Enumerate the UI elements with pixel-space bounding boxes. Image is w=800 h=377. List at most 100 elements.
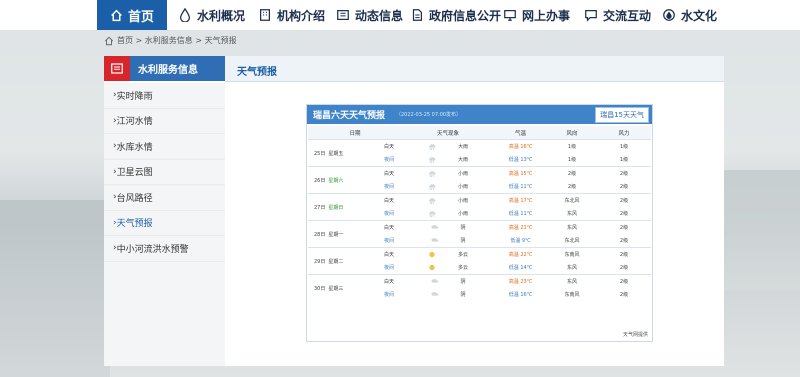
sidebar-item-river[interactable]: › 江河水情 xyxy=(104,109,225,134)
content-tab: 天气预报 xyxy=(225,56,724,82)
temp-cell: 低温 13℃ xyxy=(508,157,533,163)
wind-force-cell: 2级 xyxy=(597,166,652,180)
weather-rain-icon xyxy=(428,144,436,150)
weather-cell: 多云 xyxy=(402,247,495,261)
wind-dir-cell: 2级 xyxy=(547,166,598,180)
period-label: 白天 xyxy=(376,139,403,153)
nav-label: 动态信息 xyxy=(355,8,404,23)
date-cell: 26日 星期六 xyxy=(308,166,376,194)
wind-dir-cell: 东北风 xyxy=(564,238,580,244)
wind-dir-cell: 东风 xyxy=(547,274,598,288)
nav-news[interactable]: 动态信息 xyxy=(336,0,403,30)
wind-dir-cell: 东风 xyxy=(567,265,578,271)
weather-cloud-icon xyxy=(430,279,439,285)
wind-force-cell: 1级 xyxy=(619,157,629,163)
weather-title: 瑞昌六天天气预报 xyxy=(313,111,386,121)
temp-cell: 高温 21℃ xyxy=(494,220,548,234)
sidebar-item-reservoir[interactable]: › 水库水情 xyxy=(104,134,225,160)
top-nav: 首页 水利概况 机构介绍 动态信息 政府信息公开 网上办事 交流互动 水文化 xyxy=(0,0,800,31)
wind-dir-cell: 东南风 xyxy=(564,292,580,298)
period-label: 白天 xyxy=(376,247,403,261)
weather-row: 28日 星期一 白天阴高温 21℃ 东风 2级 xyxy=(308,220,652,248)
fifteen-day-button[interactable]: 瑞昌15天天气 xyxy=(595,107,649,123)
weather-cloud-icon xyxy=(430,225,439,231)
sidebar-item-realtime-rain[interactable]: › 实时降雨 xyxy=(104,83,225,109)
weather-rain-icon xyxy=(428,171,436,177)
wind-force-cell: 2级 xyxy=(619,238,629,244)
header-temp: 气温 xyxy=(494,126,548,140)
wind-force-cell: 2级 xyxy=(597,193,652,207)
weather-rain-icon xyxy=(428,198,436,204)
weather-sun-icon xyxy=(428,264,436,271)
wind-force-cell: 2级 xyxy=(619,265,629,271)
sidebar-item-weather[interactable]: › 天气预报 xyxy=(104,211,225,236)
temp-cell: 低温 14℃ xyxy=(508,265,533,271)
weather-cell: 阴 xyxy=(402,274,495,288)
wind-force-cell: 2级 xyxy=(619,211,629,217)
nav-organization[interactable]: 机构介绍 xyxy=(258,0,325,30)
period-label: 夜间 xyxy=(384,238,395,244)
wind-force-cell: 2级 xyxy=(619,184,629,190)
period-label: 白天 xyxy=(376,193,403,207)
period-label: 夜间 xyxy=(384,184,395,190)
document-icon xyxy=(412,9,422,21)
nav-interaction[interactable]: 交流互动 xyxy=(584,0,651,30)
period-label: 白天 xyxy=(376,166,403,180)
sidebar-title: 水利服务信息 xyxy=(104,56,225,81)
date-cell: 30日 星期三 xyxy=(308,274,376,301)
water-drop-icon xyxy=(180,8,190,22)
date-cell: 29日 星期二 xyxy=(308,247,376,275)
temp-cell: 高温 23℃ xyxy=(494,274,548,288)
wind-dir-cell: 1级 xyxy=(547,139,598,153)
weather-cell: 大雨 xyxy=(402,139,495,153)
temp-cell: 低温 11℃ xyxy=(508,211,533,217)
nav-gov-info[interactable]: 政府信息公开 xyxy=(410,0,501,30)
wind-force-cell: 2级 xyxy=(597,274,652,288)
wind-dir-cell: 东风 xyxy=(547,220,598,234)
period-label: 夜间 xyxy=(384,157,395,163)
wind-dir-cell: 东北风 xyxy=(547,193,598,207)
nav-water-overview[interactable]: 水利概况 xyxy=(178,0,245,30)
weather-cloud-icon xyxy=(430,292,439,298)
weather-cell: 阴 xyxy=(402,234,494,248)
weather-cell: 大雨 xyxy=(402,153,494,167)
sidebar-item-satellite[interactable]: › 卫星云图 xyxy=(104,160,225,185)
header-wind-dir: 风向 xyxy=(547,126,598,140)
wind-force-cell: 2级 xyxy=(597,220,652,234)
nav-label: 政府信息公开 xyxy=(429,8,502,23)
wind-dir-cell: 东南风 xyxy=(547,247,598,261)
sidebar-item-typhoon[interactable]: › 台风路径 xyxy=(104,185,225,211)
weather-cell: 小雨 xyxy=(402,180,494,194)
wind-force-cell: 1级 xyxy=(597,139,652,153)
weather-row: 25日 星期五 白天 大雨 高温 16℃ 1级 1级 xyxy=(308,139,652,167)
weather-rain-icon xyxy=(428,184,436,190)
breadcrumb-text[interactable]: 首页 > 水利服务信息 > 天气预报 xyxy=(117,35,237,46)
wind-force-cell: 2级 xyxy=(619,292,629,298)
weather-cell: 小雨 xyxy=(402,207,494,221)
weather-cell: 小雨 xyxy=(402,193,495,207)
header-wind-force: 风力 xyxy=(597,126,652,140)
weather-row: 30日 星期三 白天阴高温 23℃ 东风 2级 xyxy=(308,274,652,301)
nav-label: 交流互动 xyxy=(603,8,652,23)
home-icon xyxy=(104,36,114,45)
weather-cell: 小雨 xyxy=(402,166,495,180)
period-label: 夜间 xyxy=(384,211,395,217)
wind-force-cell: 2级 xyxy=(597,247,652,261)
news-icon xyxy=(337,10,349,20)
date-cell: 27日 星期日 xyxy=(308,193,376,221)
nav-home[interactable]: 首页 xyxy=(97,0,167,30)
header-date: 日期 xyxy=(308,126,403,140)
water-culture-icon xyxy=(663,9,675,21)
home-icon xyxy=(111,9,122,21)
chat-icon xyxy=(585,10,597,22)
nav-label: 水利概况 xyxy=(197,8,246,23)
nav-online-service[interactable]: 网上办事 xyxy=(503,0,570,30)
breadcrumb: 首页 > 水利服务信息 > 天气预报 xyxy=(104,35,237,46)
weather-widget: 瑞昌六天天气预报 （2022-03-25 07:00发布） 瑞昌15天天气 日期… xyxy=(306,104,653,342)
weather-sun-icon xyxy=(428,251,436,258)
temp-cell: 低温 16℃ xyxy=(508,292,533,298)
nav-water-culture[interactable]: 水文化 xyxy=(662,0,717,30)
sidebar: › 实时降雨 › 江河水情 › 水库水情 › 卫星云图 › 台风路径 › 天气预报 › 中小河… xyxy=(104,83,225,366)
sidebar-item-flood-warning[interactable]: › 中小河流洪水预警 xyxy=(104,236,225,262)
period-label: 白天 xyxy=(376,274,403,288)
